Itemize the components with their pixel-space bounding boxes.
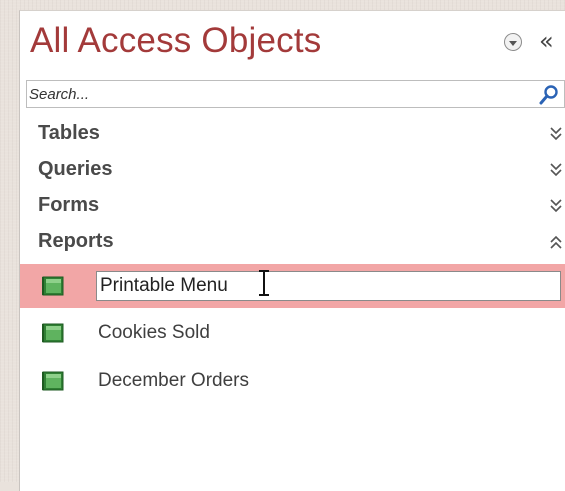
group-label: Tables: [38, 122, 100, 144]
dropdown-circle-icon[interactable]: [504, 33, 522, 51]
report-icon: [42, 371, 64, 391]
pane-title[interactable]: All Access Objects: [30, 21, 321, 61]
report-icon: [42, 323, 64, 343]
report-item-printable-menu[interactable]: [20, 264, 565, 308]
report-label: December Orders: [98, 370, 249, 391]
chevron-double-up-icon: [550, 235, 562, 249]
search-input[interactable]: [27, 81, 534, 107]
group-label: Reports: [38, 230, 114, 252]
navigation-pane: All Access Objects « Tables Queries Form…: [19, 10, 565, 491]
report-item-cookies-sold[interactable]: Cookies Sold: [20, 311, 565, 355]
group-queries[interactable]: Queries: [20, 154, 565, 188]
search-icon[interactable]: [538, 84, 560, 106]
rename-input[interactable]: [96, 271, 561, 301]
search-box: [26, 80, 565, 108]
report-label: Cookies Sold: [98, 322, 210, 343]
report-item-december-orders[interactable]: December Orders: [20, 359, 565, 403]
group-label: Queries: [38, 158, 113, 180]
group-tables[interactable]: Tables: [20, 118, 565, 152]
chevron-double-down-icon: [550, 127, 562, 141]
report-icon: [42, 276, 64, 296]
group-reports[interactable]: Reports: [20, 226, 565, 260]
group-forms[interactable]: Forms: [20, 190, 565, 224]
collapse-pane-button[interactable]: «: [539, 27, 554, 55]
text-cursor-icon: [259, 270, 269, 296]
group-label: Forms: [38, 194, 100, 216]
chevron-double-down-icon: [550, 199, 562, 213]
chevron-double-down-icon: [550, 163, 562, 177]
